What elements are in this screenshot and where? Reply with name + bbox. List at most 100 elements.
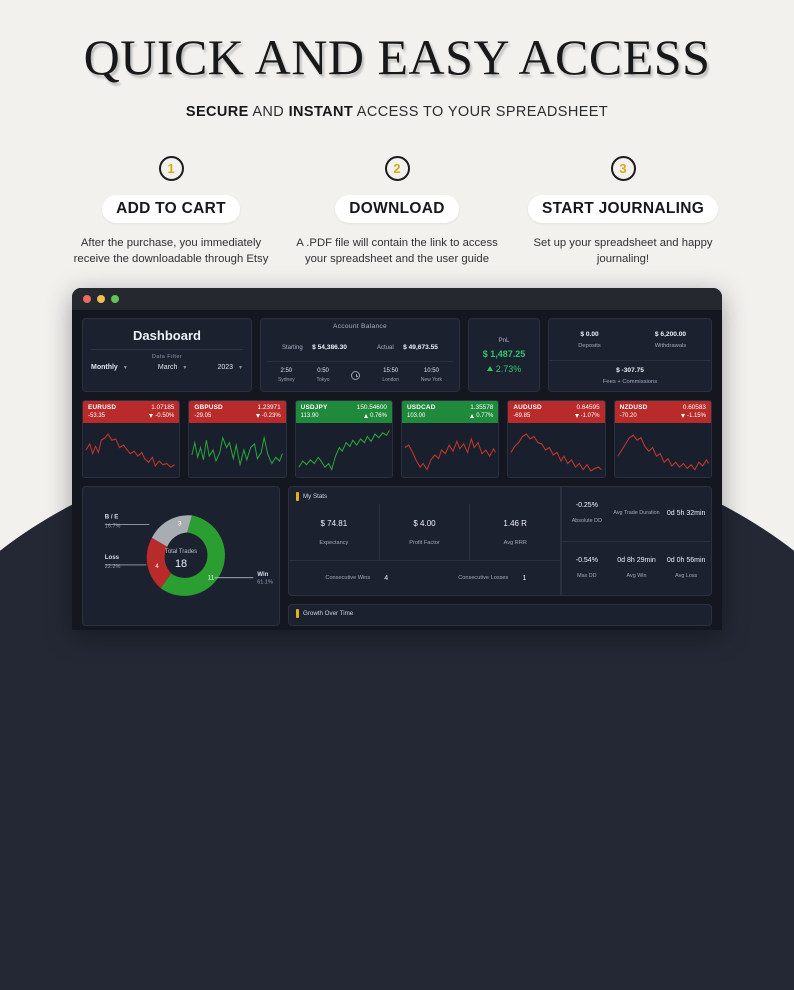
minimize-icon[interactable] [97,295,105,303]
step-description: After the purchase, you immediately rece… [73,237,269,266]
stat-label: Max DD [577,572,597,579]
fx-sparkline [401,423,499,477]
clock-icon [351,371,361,380]
stat-value: 0d 8h 29min [617,556,656,564]
my-stats-header: My Stats [289,487,560,504]
svg-text:Win: Win [257,571,268,578]
starting-balance: Starting $ 54,386.30 [282,336,347,354]
triangle-up-icon [363,414,368,418]
triangle-up-icon [470,414,475,418]
session-city: Sydney [277,377,295,383]
stat-label: Consecutive Losses [458,575,509,581]
fx-price: 1.35578 [470,404,494,411]
subtitle-and: AND [248,104,289,120]
balance-values-row: Starting $ 54,386.30 Actual $ 49,673.55 [267,330,453,362]
growth-over-time-card: Growth Over Time [288,604,712,626]
accent-bar-icon [296,492,299,501]
donut-svg: B / E 16.7% Loss 22.2% Win 61.1% 3 4 11 … [104,513,273,596]
steps-list: 1 ADD TO CART After the purchase, you im… [0,156,794,268]
stat-avg-trade-duration-value: 0d 5h 32min [661,487,711,541]
fx-percent: -1.15% [680,413,706,419]
fx-sparkline [295,423,392,477]
session-london: 15:50 London [382,368,399,383]
fx-symbol: USDJPY [300,404,328,411]
fx-header: USDJPY 150.54600 113.90 0.76% [295,401,392,423]
hero-section: QUICK AND EASY ACCESS SECURE AND INSTANT… [0,0,794,290]
step-title-start-journaling: START JOURNALING [527,195,719,223]
step-item-2: 2 DOWNLOAD A .PDF file will contain the … [284,156,510,268]
fx-tile-usdcad[interactable]: USDCAD 1.35578 103.00 0.77% [400,400,500,478]
fx-header: NZDUSD 0.60583 -70.20 -1.15% [614,401,711,423]
growth-header: Growth Over Time [289,605,711,622]
filter-year[interactable]: 2023 ▼ [217,364,243,371]
filter-month[interactable]: March ▼ [158,364,187,371]
close-icon[interactable] [83,295,91,303]
stat-consecutive-losses: Consecutive Losses 1 [425,575,561,582]
stat-profit-factor: $ 4.00 Profit Factor [380,504,471,560]
accent-bar-icon [296,609,299,618]
dashboard-filter-card: Dashboard Data Filter Monthly ▼ March ▼ … [82,318,252,392]
withdrawals-cell: $ 6,200.00 Withdrawals [630,319,711,360]
fx-percent: -0.50% [149,413,174,419]
stat-value: 4 [384,574,389,582]
pnl-percent-value: 2.73% [495,363,522,374]
fx-symbol: EURUSD [88,404,117,411]
fx-sparkline [189,423,286,477]
fx-percent: 0.77% [470,413,493,419]
page-title: QUICK AND EASY ACCESS [83,29,711,85]
starting-value: $ 54,386.30 [312,344,347,351]
currency-pairs-row: EURUSD 1.07185 -53.35 -0.50% GBPUSD 1.23971… [82,400,712,478]
fx-tile-gbpusd[interactable]: GBPUSD 1.23971 -29.05 -0.23% [188,400,287,478]
stat-label: Expectancy [319,539,349,546]
stat-label: Absolute DD [571,518,602,525]
step-number-badge: 1 [158,156,184,181]
starting-label: Starting [282,345,303,351]
filter-period-value: Monthly [91,364,118,371]
stats-column: My Stats $ 74.81 Expectancy $ 4.00 Profi… [288,486,712,626]
stat-avg-trade-duration-label: Avg Trade Duration [612,487,662,541]
data-filter-label: Data Filter [151,354,183,360]
chevron-down-icon: ▼ [238,364,243,371]
growth-heading: Growth Over Time [303,610,354,617]
stat-label: Avg RRR [503,539,527,546]
fx-header: EURUSD 1.07185 -53.35 -0.50% [83,401,180,423]
fx-tile-usdjpy[interactable]: USDJPY 150.54600 113.90 0.76% [294,400,393,478]
fx-sparkline [83,423,180,477]
my-stats-heading: My Stats [303,493,328,500]
stat-expectancy: $ 74.81 Expectancy [289,504,380,560]
fx-tile-nzdusd[interactable]: NZDUSD 0.60583 -70.20 -1.15% [613,400,712,478]
chevron-down-icon: ▼ [182,364,188,371]
step-title-download: DOWNLOAD [335,195,459,223]
dashboard-app: Dashboard Data Filter Monthly ▼ March ▼ … [72,310,722,630]
fx-tile-eurusd[interactable]: EURUSD 1.07185 -53.35 -0.50% [82,400,181,478]
fx-change: -29.05 [194,413,212,419]
session-time: 0:50 [317,368,329,374]
maximize-icon[interactable] [111,295,119,303]
session-new-york: 10:50 New York [421,368,442,383]
session-sydney: 2:50 Sydney [278,368,295,383]
step-item-1: 1 ADD TO CART After the purchase, you im… [58,156,284,268]
stat-value: $ 4.00 [413,518,436,528]
chevron-down-icon: ▼ [122,364,128,371]
fx-tile-audusd[interactable]: AUDUSD 0.64595 -69.85 -1.07% [507,400,606,478]
hero-subtitle: SECURE AND INSTANT ACCESS TO YOUR SPREAD… [0,104,794,120]
fx-percent: 0.76% [363,413,387,419]
filter-month-value: March [157,364,178,371]
fx-change: -69.85 [513,413,531,419]
withdrawals-label: Withdrawals [654,342,687,349]
fx-percent-value: -1.15% [686,413,706,419]
fx-percent: -1.07% [574,413,600,419]
my-stats-card: My Stats $ 74.81 Expectancy $ 4.00 Profi… [288,486,712,596]
summary-row: Dashboard Data Filter Monthly ▼ March ▼ … [82,318,712,392]
fx-percent-value: -0.23% [261,413,281,419]
fx-header: GBPUSD 1.23971 -29.05 -0.23% [189,401,286,423]
svg-text:16.7%: 16.7% [105,523,121,529]
stat-avg-loss: 0d 0h 56min Avg Loss [661,542,711,596]
stat-avg-win: 0d 8h 29min Avg Win [612,542,662,596]
filter-period[interactable]: Monthly ▼ [91,364,128,371]
fx-symbol: AUDUSD [513,404,542,411]
fx-header: AUDUSD 0.64595 -69.85 -1.07% [508,401,605,423]
subtitle-secure: SECURE [185,104,249,120]
consecutive-row: Consecutive Wins 4 Consecutive Losses 1 [289,561,560,595]
account-balance-card: Account Balance Starting $ 54,386.30 Act… [260,318,460,392]
